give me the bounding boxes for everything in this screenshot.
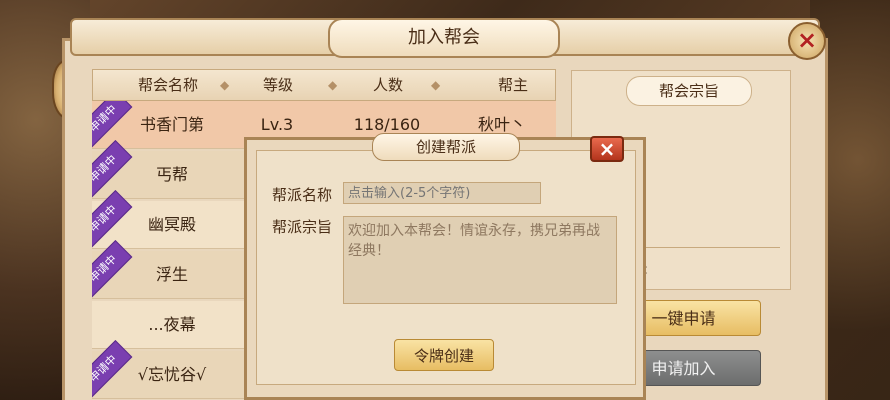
guild-purpose-label: 帮派宗旨 (272, 218, 333, 236)
header-leader: 帮主 (497, 76, 528, 94)
table-header: 帮会名称 ◆ 等级 ◆ 人数 ◆ 帮主 (92, 69, 556, 101)
guild-name: 浮生 (155, 265, 188, 284)
guild-name: 书香门第 (139, 115, 204, 134)
close-icon[interactable]: × (590, 136, 624, 162)
diamond-icon: ◆ (220, 78, 230, 92)
header-guild-name: 帮会名称 (137, 76, 198, 94)
guild-purpose-input[interactable]: 欢迎加入本帮会！情谊永存，携兄弟再战经典！ (343, 216, 617, 304)
close-icon[interactable]: × (788, 22, 826, 60)
guild-name: √忘忧谷√ (137, 365, 207, 384)
dialog-title: 创建帮派 (372, 133, 520, 161)
guild-name-label: 帮派名称 (272, 186, 333, 204)
window-title: 加入帮会 (328, 18, 560, 58)
divider (630, 247, 780, 248)
guild-name: 幽冥殿 (147, 215, 196, 234)
header-members: 人数 (372, 76, 403, 94)
diamond-icon: ◆ (328, 78, 338, 92)
token-create-button[interactable]: 令牌创建 (394, 339, 494, 371)
guild-name: 丐帮 (155, 165, 188, 184)
header-level: 等级 (262, 76, 293, 94)
guild-name-input[interactable] (343, 182, 541, 204)
guild-name: ...夜幕 (148, 315, 196, 334)
guild-purpose-title: 帮会宗旨 (626, 76, 752, 106)
diamond-icon: ◆ (431, 78, 441, 92)
